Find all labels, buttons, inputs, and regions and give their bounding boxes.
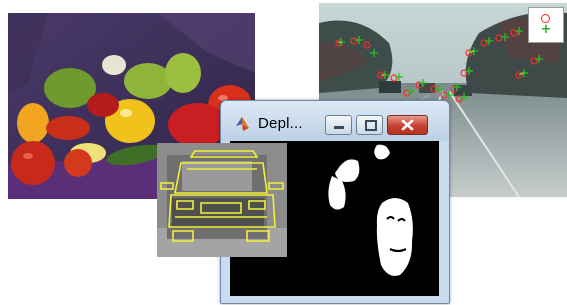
legend-box: + xyxy=(528,7,564,43)
maximize-button[interactable] xyxy=(356,115,383,135)
window-title: Depl... xyxy=(258,115,303,132)
close-icon xyxy=(401,119,414,131)
maximize-icon xyxy=(365,120,377,131)
matlab-icon xyxy=(236,117,249,131)
close-button[interactable] xyxy=(387,115,428,135)
title-bar[interactable]: Depl... xyxy=(221,101,449,141)
car-edge-detection-image xyxy=(157,143,287,257)
minimize-icon xyxy=(334,126,344,129)
minimize-button[interactable] xyxy=(325,115,352,135)
plus-marker-icon: + xyxy=(540,22,552,37)
